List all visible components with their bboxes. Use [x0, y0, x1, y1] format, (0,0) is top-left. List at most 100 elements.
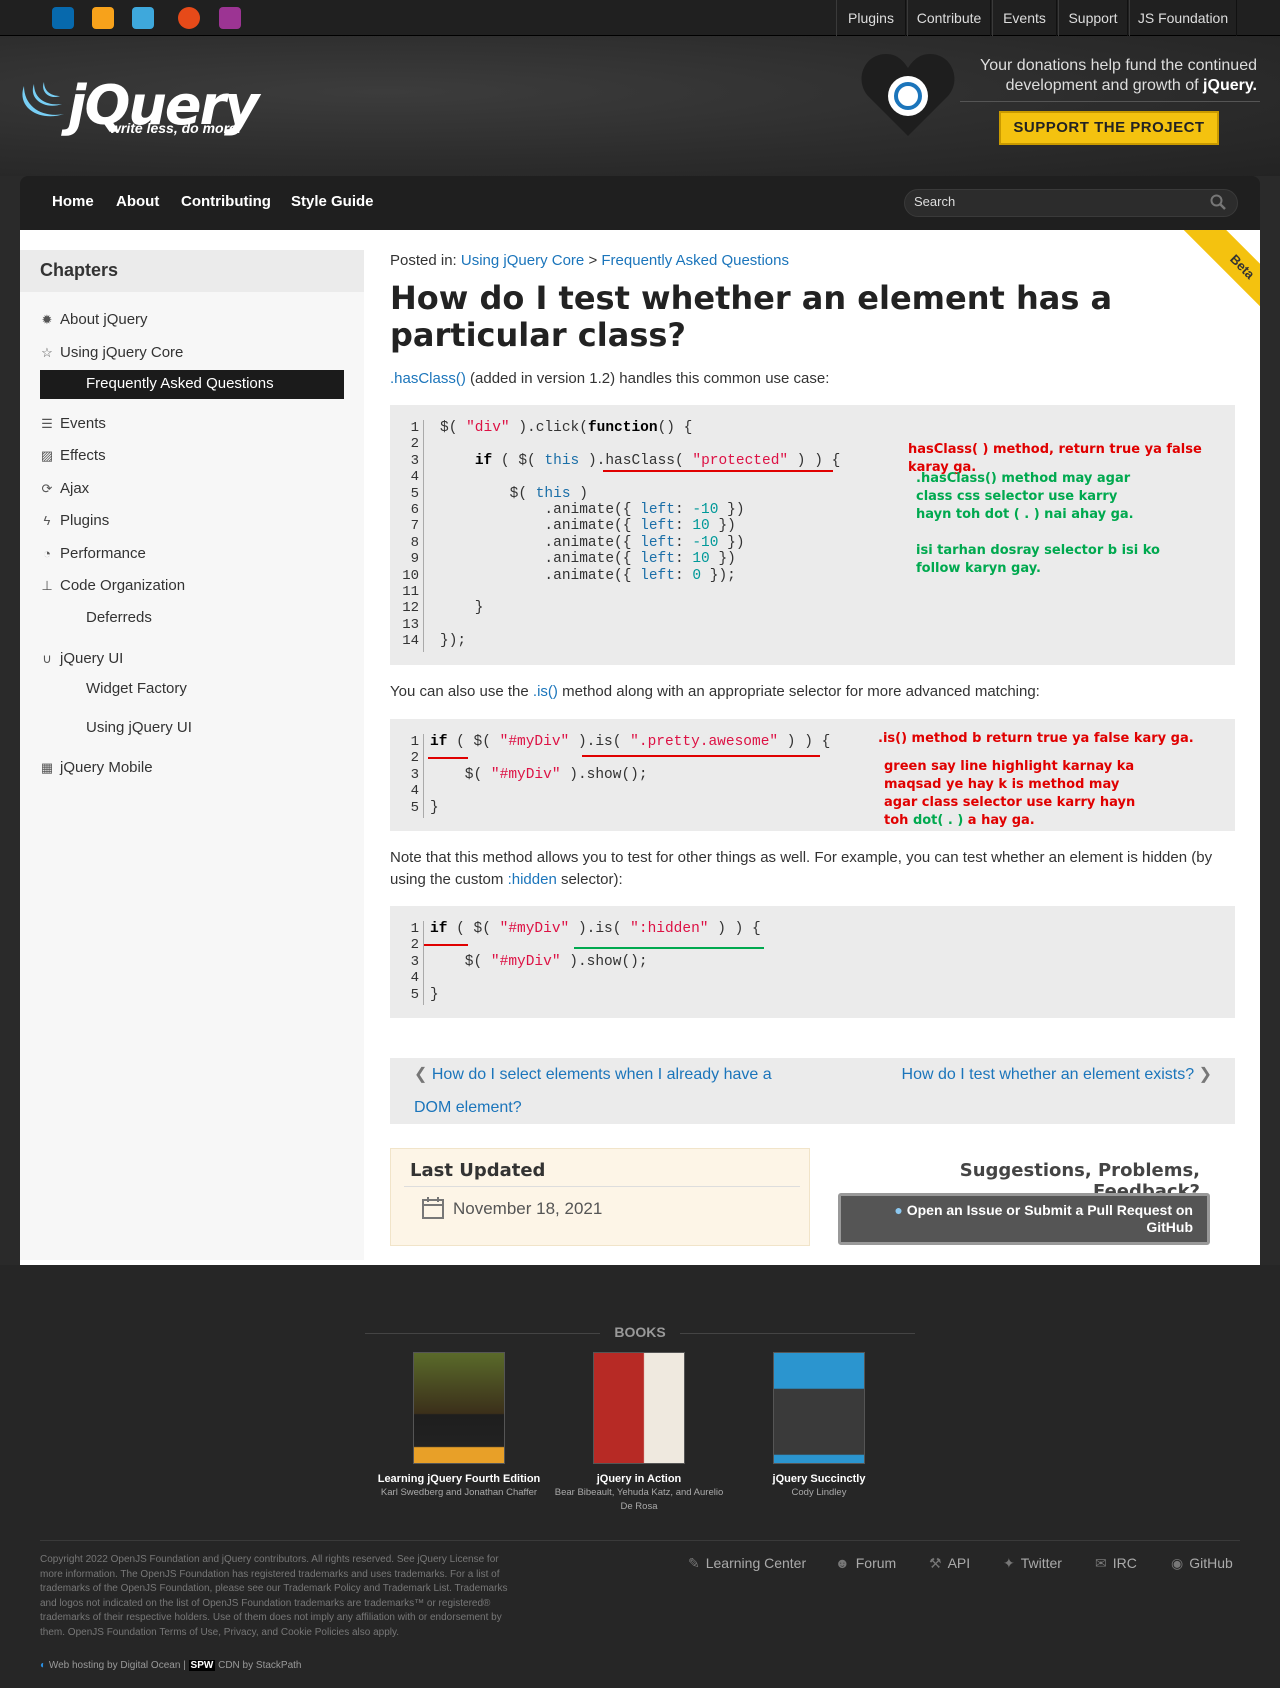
line-numbers: 12345	[400, 921, 424, 1005]
support-project-button[interactable]: SUPPORT THE PROJECT	[999, 111, 1219, 145]
sidebar-item-label: jQuery Mobile	[60, 759, 153, 776]
hasclass-link[interactable]: .hasClass()	[390, 370, 466, 387]
divider	[40, 1540, 1240, 1541]
hosting-text[interactable]: Web hosting by Digital Ocean	[49, 1660, 181, 1671]
footer-link-irc[interactable]: ✉ IRC	[1095, 1555, 1137, 1572]
paragraph-is-method: You can also use the .is() method along …	[390, 683, 1040, 700]
footer-link-github[interactable]: ◉ GitHub	[1171, 1555, 1233, 1572]
footer-link-label: API	[947, 1555, 971, 1571]
book-title[interactable]: Learning jQuery Fourth Edition	[369, 1473, 549, 1485]
nav-contributing[interactable]: Contributing	[181, 193, 271, 210]
footer-link-label: IRC	[1112, 1555, 1137, 1571]
breadcrumb-faq[interactable]: Frequently Asked Questions	[601, 252, 789, 269]
sidebar-item-label: Performance	[60, 545, 146, 562]
jquery-ui-icon[interactable]	[92, 7, 114, 29]
sidebar-item-label: Code Organization	[60, 577, 186, 594]
image-icon: ▨	[40, 448, 54, 463]
breadcrumb: Posted in: Using jQuery Core > Frequentl…	[390, 252, 789, 269]
footer-link-forum[interactable]: ☻ Forum	[835, 1555, 896, 1571]
book-title[interactable]: jQuery in Action	[549, 1473, 729, 1485]
sidebar-item-deferreds[interactable]: Deferreds	[86, 609, 152, 626]
book-cover-jquery-succinctly[interactable]	[773, 1352, 865, 1464]
toplink-contribute[interactable]: Contribute	[907, 0, 991, 36]
sidebar-item-events[interactable]: ☰ Events	[40, 415, 106, 432]
sidebar-item-ajax[interactable]: ⟳ Ajax	[40, 480, 90, 497]
sidebar-item-about-jquery[interactable]: ✹ About jQuery	[40, 311, 148, 328]
book-cover-jquery-in-action[interactable]	[593, 1352, 685, 1464]
sidebar-item-widget-factory[interactable]: Widget Factory	[86, 680, 187, 697]
footer-link-api[interactable]: ⚒ API	[929, 1555, 970, 1572]
intro-paragraph: .hasClass() (added in version 1.2) handl…	[390, 370, 829, 387]
sidebar	[20, 250, 364, 1260]
book-cover-learning-jquery[interactable]	[413, 1352, 505, 1464]
sidebar-item-label: Plugins	[60, 512, 110, 529]
toplink-js-foundation[interactable]: JS Foundation	[1129, 0, 1237, 36]
footer-link-label: Learning Center	[705, 1555, 807, 1571]
green-underline	[574, 947, 764, 949]
code-content: if ( $( "#myDiv" ).is( ".pretty.awesome"…	[430, 734, 831, 816]
footer-link-label: Twitter	[1020, 1555, 1062, 1571]
sidebar-item-jquery-ui[interactable]: ∪ jQuery UI	[40, 650, 123, 667]
jquery-icon[interactable]	[52, 7, 74, 29]
is-link[interactable]: .is()	[533, 683, 558, 700]
stackpath-icon: SPW	[188, 1660, 216, 1671]
copyright-text: Copyright 2022 OpenJS Foundation and jQu…	[40, 1554, 508, 1638]
sidebar-item-label: Events	[60, 415, 106, 432]
magnet-icon: ∪	[42, 651, 52, 666]
chat-icon: ✉	[1095, 1555, 1107, 1571]
hidden-selector-link[interactable]: :hidden	[508, 871, 557, 888]
books-heading: BOOKS	[600, 1324, 680, 1340]
twitter-icon: ✦	[1003, 1555, 1015, 1571]
posted-in-label: Posted in:	[390, 252, 457, 269]
sidebar-item-label: jQuery UI	[60, 650, 124, 667]
footer-link-learning-center[interactable]: ✎ Learning Center	[688, 1555, 806, 1572]
divider	[960, 101, 1260, 102]
sidebar-item-plugins[interactable]: ϟ Plugins	[40, 512, 110, 529]
sidebar-item-effects[interactable]: ▨ Effects	[40, 447, 106, 464]
sidebar-item-faq[interactable]: Frequently Asked Questions	[40, 370, 344, 399]
breadcrumb-using-jquery-core[interactable]: Using jQuery Core	[461, 252, 584, 269]
toplink-plugins[interactable]: Plugins	[836, 0, 906, 36]
red-underline	[603, 470, 833, 472]
para-text: selector):	[560, 871, 623, 888]
sidebar-item-label: Ajax	[60, 480, 90, 497]
toplink-support[interactable]: Support	[1058, 0, 1128, 36]
last-updated-title: Last Updated	[410, 1160, 546, 1181]
annotation-is-return: .is() method b return true ya false kary…	[878, 731, 1194, 746]
annotation-green-line: green say line highlight karnay ka maqsa…	[884, 758, 1154, 830]
next-article-label: How do I test whether an element exists?	[901, 1066, 1195, 1083]
book-authors: Bear Bibeault, Yehuda Katz, and Aurelio …	[554, 1487, 724, 1512]
calendar-icon	[422, 1197, 444, 1219]
code-content: $( "div" ).click(function() { if ( $( th…	[440, 420, 841, 650]
sidebar-item-using-jquery-ui[interactable]: Using jQuery UI	[86, 719, 192, 736]
sizzle-icon[interactable]	[178, 7, 200, 29]
grid-icon: ▦	[40, 760, 54, 775]
sidebar-item-code-organization[interactable]: ⊥ Code Organization	[40, 577, 185, 594]
nav-home[interactable]: Home	[52, 193, 94, 210]
red-underline	[428, 757, 468, 759]
book-title[interactable]: jQuery Succinctly	[729, 1473, 909, 1485]
prev-article-label: How do I select elements when I already …	[414, 1066, 772, 1116]
qunit-icon[interactable]	[219, 7, 241, 29]
search-icon[interactable]	[1210, 194, 1226, 210]
chevron-left-icon: ❮	[414, 1066, 432, 1083]
open-issue-button[interactable]: ● Open an Issue or Submit a Pull Request…	[838, 1193, 1210, 1245]
sidebar-item-jquery-mobile[interactable]: ▦ jQuery Mobile	[40, 759, 153, 776]
gear-icon: ✹	[41, 312, 53, 327]
jquery-logo-icon[interactable]	[18, 78, 68, 122]
footer-link-twitter[interactable]: ✦ Twitter	[1003, 1555, 1062, 1572]
nav-style-guide[interactable]: Style Guide	[291, 193, 374, 210]
jquery-mobile-icon[interactable]	[132, 7, 154, 29]
prev-article-link[interactable]: ❮ How do I select elements when I alread…	[414, 1058, 794, 1124]
bolt-icon: ϟ	[43, 513, 51, 528]
sidebar-item-using-jquery-core[interactable]: ☆ Using jQuery Core	[40, 344, 183, 361]
star-icon: ☆	[41, 345, 53, 360]
annotation-text: a hay ga.	[967, 813, 1035, 828]
list-icon: ☰	[41, 416, 53, 431]
book-authors: Karl Swedberg and Jonathan Chaffer	[380, 1487, 538, 1498]
cdn-text[interactable]: CDN by StackPath	[218, 1660, 301, 1671]
nav-about[interactable]: About	[116, 193, 159, 210]
next-article-link[interactable]: How do I test whether an element exists?…	[860, 1058, 1212, 1091]
toplink-events[interactable]: Events	[992, 0, 1057, 36]
sidebar-item-performance[interactable]: ◔ Performance	[40, 545, 146, 562]
